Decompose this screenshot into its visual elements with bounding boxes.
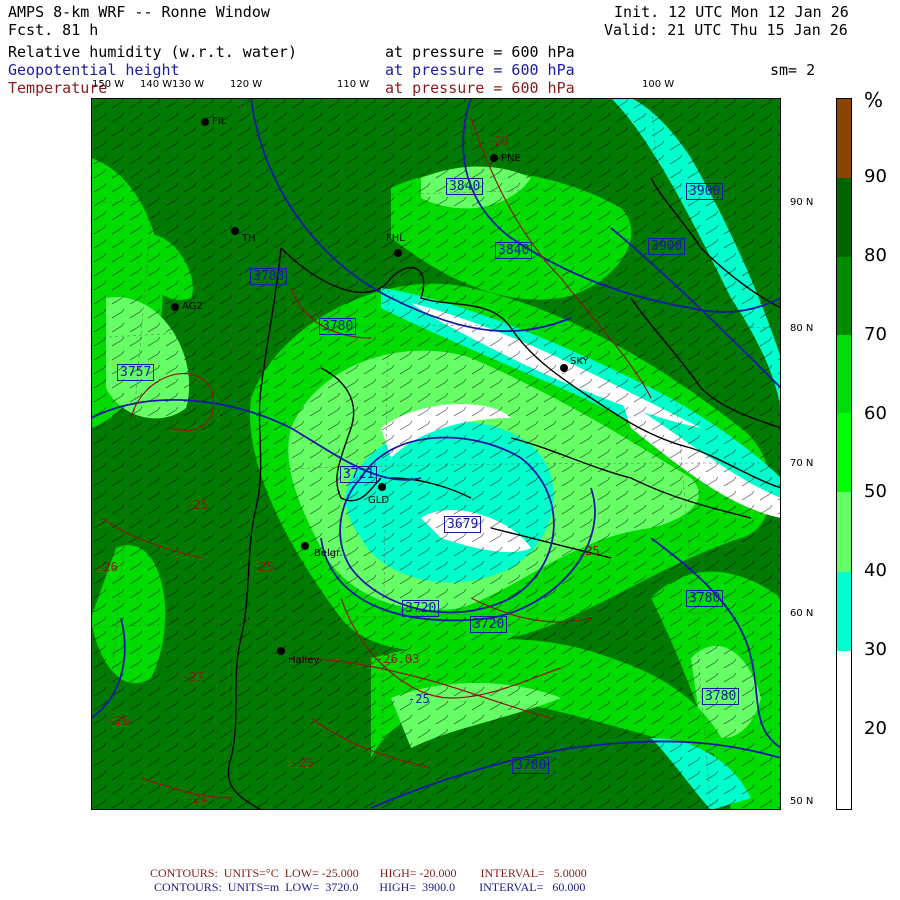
colorbar-tick: 90 xyxy=(864,166,887,187)
field-rh-name: Relative humidity (w.r.t. water) xyxy=(8,43,297,61)
colorbar-tick: 40 xyxy=(864,560,887,581)
map-frame xyxy=(91,98,781,810)
colorbar-unit: % xyxy=(864,88,884,112)
smoothing-label: sm= 2 xyxy=(770,61,816,79)
lon-label: 110 W xyxy=(337,79,370,90)
colorbar-band xyxy=(836,98,852,178)
valid-time: Valid: 21 UTC Thu 15 Jan 26 xyxy=(604,21,848,39)
lon-label: 120 W xyxy=(230,79,263,90)
colorbar-tick: 30 xyxy=(864,639,887,660)
field-rh-level: at pressure = 600 hPa xyxy=(385,43,575,61)
colorbar-tick: 50 xyxy=(864,481,887,502)
lon-label: 130 W xyxy=(172,79,205,90)
colorbar-band xyxy=(836,730,852,810)
colorbar xyxy=(836,98,852,810)
field-temp-level: at pressure = 600 hPa xyxy=(385,79,575,97)
lat-label: 60 N xyxy=(790,608,814,619)
lat-label: 50 N xyxy=(790,796,814,807)
colorbar-band xyxy=(836,651,852,730)
lon-label: 100 W xyxy=(642,79,675,90)
plot-title: AMPS 8-km WRF -- Ronne Window xyxy=(8,3,270,21)
lat-label: 80 N xyxy=(790,323,814,334)
lon-label: 140 W xyxy=(140,79,173,90)
init-time: Init. 12 UTC Mon 12 Jan 26 xyxy=(614,3,849,21)
field-height-name: Geopotential height xyxy=(8,61,180,79)
colorbar-band xyxy=(836,413,852,492)
colorbar-band xyxy=(836,335,852,413)
field-height-level: at pressure = 600 hPa xyxy=(385,61,575,79)
lat-label: 70 N xyxy=(790,458,814,469)
colorbar-tick: 20 xyxy=(864,718,887,739)
colorbar-band xyxy=(836,492,852,572)
temperature-contour-info: CONTOURS: UNITS=°C LOW= -25.000 HIGH= -2… xyxy=(150,866,587,880)
colorbar-band xyxy=(836,572,852,651)
colorbar-band xyxy=(836,178,852,257)
height-contour-info: CONTOURS: UNITS=m LOW= 3720.0 HIGH= 3900… xyxy=(154,880,586,894)
lon-label: 150 W xyxy=(92,79,125,90)
colorbar-tick: 80 xyxy=(864,245,887,266)
forecast-hour: Fcst. 81 h xyxy=(8,21,99,39)
colorbar-tick: 60 xyxy=(864,403,887,424)
lat-label: 90 N xyxy=(790,197,814,208)
colorbar-band xyxy=(836,257,852,335)
colorbar-tick: 70 xyxy=(864,324,887,345)
